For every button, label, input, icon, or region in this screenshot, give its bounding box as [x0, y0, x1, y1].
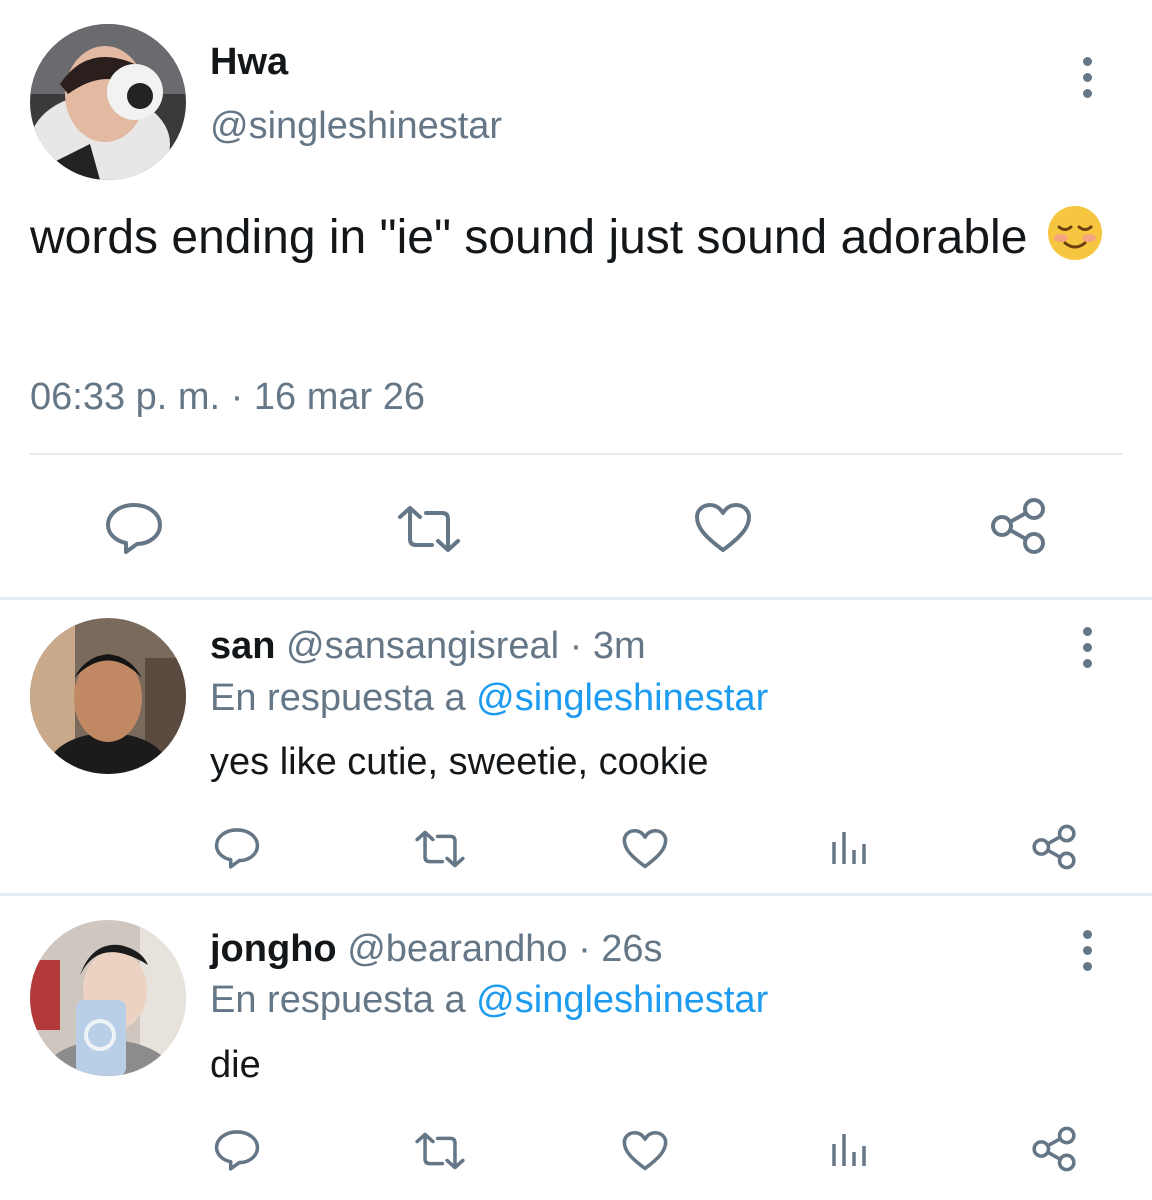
more-options-icon[interactable]: [1083, 627, 1092, 668]
section-divider: [0, 597, 1152, 600]
tweet-body: words ending in "ie" sound just sound ad…: [30, 211, 1028, 264]
display-name[interactable]: Hwa: [210, 40, 288, 84]
reply-divider: [0, 893, 1152, 896]
share-icon[interactable]: [1030, 1126, 1078, 1172]
more-options-icon[interactable]: [1083, 930, 1092, 971]
heart-icon[interactable]: [622, 1130, 668, 1172]
reply-header: jongho @bearandho · 26s: [210, 927, 663, 971]
heart-icon[interactable]: [694, 502, 752, 554]
share-icon[interactable]: [988, 497, 1048, 555]
comment-icon[interactable]: [213, 826, 261, 870]
analytics-icon[interactable]: [830, 1132, 868, 1168]
reply-to-link[interactable]: @singleshinestar: [476, 979, 768, 1021]
share-icon[interactable]: [1030, 824, 1078, 870]
analytics-icon[interactable]: [830, 830, 868, 866]
reply-handle[interactable]: @sansangisreal: [286, 625, 559, 667]
reply-to-link[interactable]: @singleshinestar: [476, 677, 768, 719]
reply-display-name[interactable]: san: [210, 625, 275, 667]
comment-icon[interactable]: [213, 1128, 261, 1172]
reply-context-label: En respuesta a: [210, 677, 466, 719]
user-handle[interactable]: @singleshinestar: [210, 104, 502, 148]
reply-display-name[interactable]: jongho: [210, 928, 337, 970]
reply-text: die: [210, 1044, 261, 1086]
tweet-timestamp: 06:33 p. m. · 16 mar 26: [30, 376, 425, 418]
comment-icon[interactable]: [104, 500, 164, 556]
retweet-icon[interactable]: [396, 505, 462, 553]
reply-text: yes like cutie, sweetie, cookie: [210, 741, 709, 783]
reply-context: En respuesta a @singleshinestar: [210, 676, 768, 720]
avatar-san[interactable]: [30, 618, 186, 774]
retweet-icon[interactable]: [414, 1132, 466, 1170]
retweet-icon[interactable]: [414, 830, 466, 868]
smiling-face-emoji: [1047, 205, 1103, 261]
reply-header: san @sansangisreal · 3m: [210, 624, 646, 668]
reply-context-label: En respuesta a: [210, 979, 466, 1021]
reply-time: · 3m: [569, 625, 646, 667]
avatar-hwa[interactable]: [30, 24, 186, 180]
more-options-icon[interactable]: [1083, 57, 1092, 98]
reply-context: En respuesta a @singleshinestar: [210, 978, 768, 1022]
reply-handle[interactable]: @bearandho: [347, 928, 567, 970]
reply-time: · 26s: [578, 928, 663, 970]
heart-icon[interactable]: [622, 828, 668, 870]
timestamp-divider: [30, 453, 1122, 455]
tweet-text: words ending in "ie" sound just sound ad…: [30, 205, 1110, 269]
avatar-jongho[interactable]: [30, 920, 186, 1076]
